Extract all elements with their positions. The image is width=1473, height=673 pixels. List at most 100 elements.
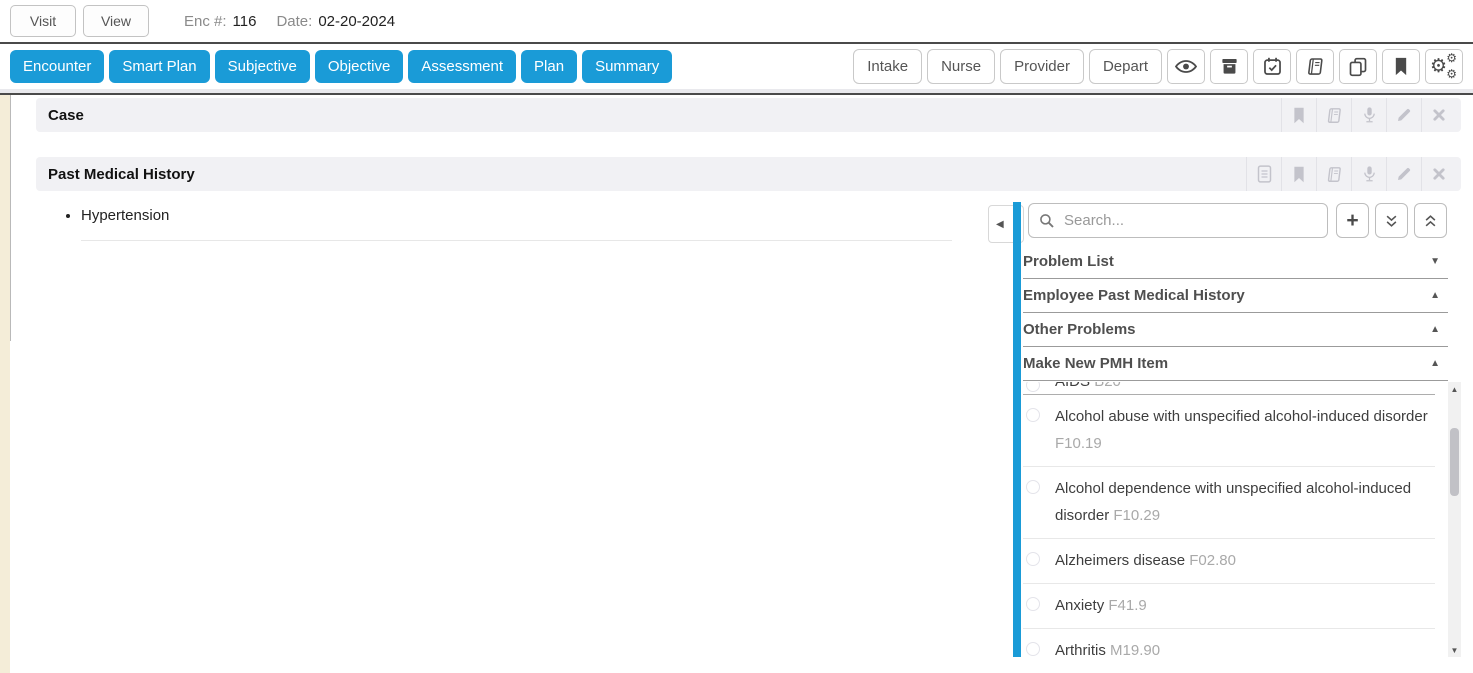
toolbar-right-group: Intake Nurse Provider Depart bbox=[848, 49, 1463, 84]
depart-button[interactable]: Depart bbox=[1089, 49, 1162, 84]
bookmark-button[interactable] bbox=[1382, 49, 1420, 84]
list-item[interactable]: Arthritis M19.90 bbox=[1023, 629, 1435, 657]
scrollbar-thumb[interactable] bbox=[1450, 428, 1459, 496]
scroll-down-button[interactable]: ▼ bbox=[1448, 643, 1461, 657]
collapse-all-button[interactable] bbox=[1414, 203, 1447, 238]
book-icon bbox=[1326, 166, 1343, 183]
group-label: Make New PMH Item bbox=[1023, 355, 1168, 372]
case-section-bar: Case bbox=[36, 98, 1461, 132]
expand-all-button[interactable] bbox=[1375, 203, 1408, 238]
settings-gears-icon: ⚙⚙⚙ bbox=[1431, 55, 1457, 79]
pmh-dictate-button[interactable] bbox=[1351, 157, 1386, 191]
triangle-down-icon: ▼ bbox=[1430, 256, 1440, 267]
encounter-number-label: Enc #: bbox=[184, 13, 227, 30]
case-book-button[interactable] bbox=[1316, 98, 1351, 132]
list-item[interactable]: Alcohol abuse with unspecified alcohol-i… bbox=[1023, 395, 1435, 467]
pmh-picker-list: AIDS B20 Alcohol abuse with unspecified … bbox=[1023, 382, 1435, 657]
item-name: Alcohol abuse with unspecified alcohol-i… bbox=[1055, 408, 1428, 425]
tab-encounter[interactable]: Encounter bbox=[10, 50, 104, 83]
group-label: Employee Past Medical History bbox=[1023, 287, 1245, 304]
intake-button[interactable]: Intake bbox=[853, 49, 922, 84]
group-problem-list[interactable]: Problem List ▼ bbox=[1023, 245, 1448, 279]
item-name: Alcohol dependence with unspecified alco… bbox=[1055, 480, 1411, 524]
microphone-icon bbox=[1362, 106, 1377, 125]
bookmark-icon bbox=[1292, 166, 1306, 183]
tab-assessment[interactable]: Assessment bbox=[408, 50, 516, 83]
item-name: Anxiety bbox=[1055, 597, 1104, 614]
case-section-actions bbox=[1281, 98, 1461, 132]
tab-objective[interactable]: Objective bbox=[315, 50, 404, 83]
group-employee-pmh[interactable]: Employee Past Medical History ▲ bbox=[1023, 279, 1448, 313]
search-icon bbox=[1029, 213, 1062, 229]
list-item[interactable]: Anxiety F41.9 bbox=[1023, 584, 1435, 629]
archive-button[interactable] bbox=[1210, 49, 1248, 84]
item-name: Arthritis bbox=[1055, 642, 1106, 657]
archive-icon bbox=[1220, 57, 1239, 76]
tab-subjective[interactable]: Subjective bbox=[215, 50, 310, 83]
date-value: 02-20-2024 bbox=[318, 13, 395, 30]
search-input[interactable] bbox=[1062, 211, 1327, 230]
pmh-close-button[interactable] bbox=[1421, 157, 1456, 191]
tab-smart-plan[interactable]: Smart Plan bbox=[109, 50, 209, 83]
calendar-check-button[interactable] bbox=[1253, 49, 1291, 84]
close-icon bbox=[1432, 167, 1446, 181]
tab-summary[interactable]: Summary bbox=[582, 50, 672, 83]
item-code: M19.90 bbox=[1110, 642, 1160, 657]
case-bookmark-button[interactable] bbox=[1281, 98, 1316, 132]
triangle-up-icon: ▲ bbox=[1430, 358, 1440, 369]
panel-accent-bar bbox=[1013, 202, 1021, 657]
pmh-edit-button[interactable] bbox=[1386, 157, 1421, 191]
encounter-content: Case bbox=[0, 95, 1473, 673]
pmh-section-title: Past Medical History bbox=[36, 166, 195, 183]
list-item[interactable]: Alzheimers disease F02.80 bbox=[1023, 539, 1435, 584]
encounter-number-value: 116 bbox=[233, 13, 257, 30]
group-label: Other Problems bbox=[1023, 321, 1136, 338]
bookmark-icon bbox=[1393, 57, 1409, 76]
date-label: Date: bbox=[276, 13, 312, 30]
item-name: Alzheimers disease bbox=[1055, 552, 1185, 569]
eye-button[interactable] bbox=[1167, 49, 1205, 84]
pmh-note-button[interactable] bbox=[1246, 157, 1281, 191]
triangle-up-icon: ▲ bbox=[1430, 290, 1440, 301]
item-name: AIDS bbox=[1055, 382, 1090, 390]
pmh-section-bar: Past Medical History bbox=[36, 157, 1461, 191]
triangle-up-icon: ▲ bbox=[1430, 324, 1440, 335]
copy-button[interactable] bbox=[1339, 49, 1377, 84]
add-item-button[interactable]: + bbox=[1336, 203, 1369, 238]
pmh-bookmark-button[interactable] bbox=[1281, 157, 1316, 191]
left-edge-line bbox=[10, 95, 11, 341]
search-box bbox=[1028, 203, 1328, 238]
case-dictate-button[interactable] bbox=[1351, 98, 1386, 132]
scroll-up-button[interactable]: ▲ bbox=[1448, 382, 1461, 396]
case-section-title: Case bbox=[36, 107, 84, 124]
pencil-icon bbox=[1396, 166, 1412, 182]
view-button[interactable]: View bbox=[83, 5, 149, 37]
item-code: F41.9 bbox=[1108, 597, 1146, 614]
ehr-encounter-window: Visit View Enc #: 116 Date: 02-20-2024 E… bbox=[0, 0, 1473, 673]
chevron-double-up-icon bbox=[1423, 214, 1438, 228]
visit-button[interactable]: Visit bbox=[10, 5, 76, 37]
group-other-problems[interactable]: Other Problems ▲ bbox=[1023, 313, 1448, 347]
book-icon bbox=[1326, 107, 1343, 124]
group-make-new-pmh[interactable]: Make New PMH Item ▲ bbox=[1023, 347, 1448, 381]
left-edge-strip bbox=[0, 95, 10, 673]
close-icon bbox=[1432, 108, 1446, 122]
pmh-book-button[interactable] bbox=[1316, 157, 1351, 191]
tab-plan[interactable]: Plan bbox=[521, 50, 577, 83]
nurse-button[interactable]: Nurse bbox=[927, 49, 995, 84]
pencil-icon bbox=[1396, 107, 1412, 123]
settings-button[interactable]: ⚙⚙⚙ bbox=[1425, 49, 1463, 84]
list-item[interactable]: Alcohol dependence with unspecified alco… bbox=[1023, 467, 1435, 539]
book-button[interactable] bbox=[1296, 49, 1334, 84]
item-code: F02.80 bbox=[1189, 552, 1236, 569]
case-close-button[interactable] bbox=[1421, 98, 1456, 132]
list-scrollbar[interactable]: ▲ ▼ bbox=[1448, 382, 1461, 657]
encounter-toolbar: Encounter Smart Plan Subjective Objectiv… bbox=[0, 44, 1473, 89]
item-code: B20 bbox=[1094, 382, 1121, 390]
provider-button[interactable]: Provider bbox=[1000, 49, 1084, 84]
list-item[interactable]: AIDS B20 bbox=[1023, 382, 1435, 395]
case-edit-button[interactable] bbox=[1386, 98, 1421, 132]
group-label: Problem List bbox=[1023, 253, 1114, 270]
chevron-double-down-icon bbox=[1384, 214, 1399, 228]
pmh-section-actions bbox=[1246, 157, 1461, 191]
